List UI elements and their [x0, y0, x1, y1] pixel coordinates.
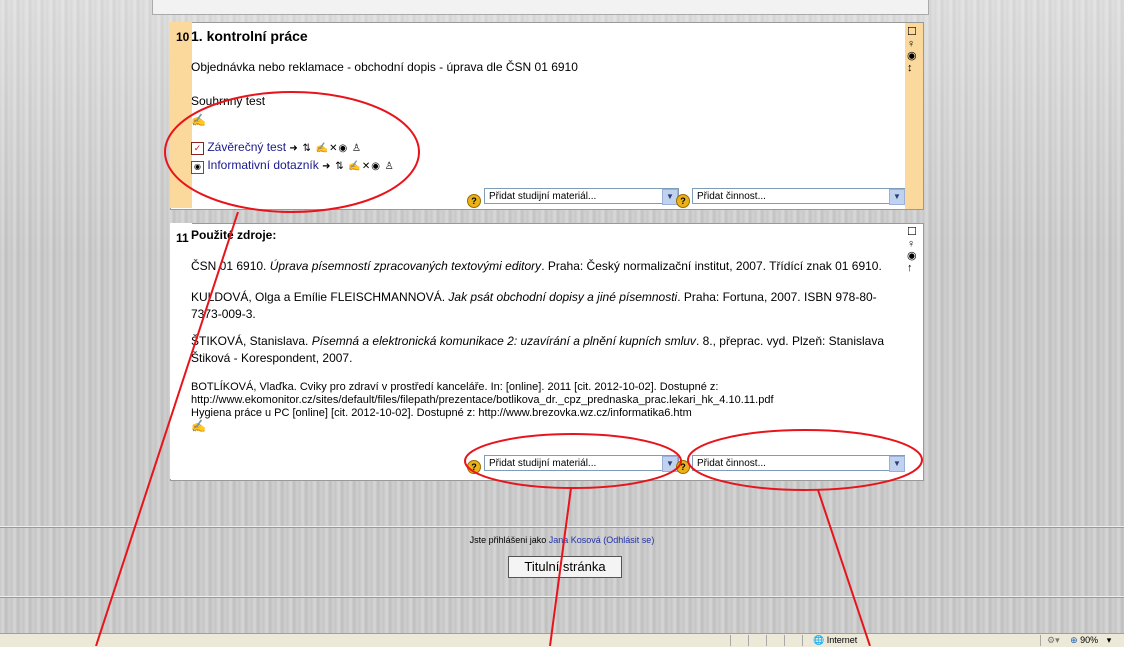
- activity-link-feedback[interactable]: Informativní dotazník: [207, 158, 318, 172]
- help-icon[interactable]: ?: [467, 194, 481, 208]
- ref-publisher: . Praha: Český normalizační institut, 20…: [541, 259, 882, 273]
- reference-stikova: ŠTIKOVÁ, Stanislava. Písemná a elektroni…: [191, 333, 891, 367]
- reference-botlikova: BOTLÍKOVÁ, Vlaďka. Cviky pro zdraví v pr…: [191, 381, 719, 393]
- select-value: Přidat studijní materiál...: [489, 458, 597, 469]
- lightbulb-icon[interactable]: ♀: [907, 39, 915, 50]
- ref-author: KULDOVÁ, Olga a Emílie FLEISCHMANNOVÁ.: [191, 290, 446, 304]
- move-up-icon[interactable]: ↑: [907, 263, 913, 274]
- status-cell: [766, 635, 785, 646]
- status-cell: [730, 635, 749, 646]
- subheading: Souhrnný test: [191, 94, 266, 108]
- help-icon[interactable]: ?: [676, 194, 690, 208]
- reference-csn: ČSN 01 6910. Úprava písemností zpracovan…: [191, 258, 891, 275]
- ref-title: Úprava písemností zpracovaných textovými…: [269, 259, 542, 273]
- section-summary: Objednávka nebo reklamace - obchodní dop…: [191, 60, 578, 74]
- lightbulb-icon[interactable]: ♀: [907, 239, 915, 250]
- select-value: Přidat studijní materiál...: [489, 191, 597, 202]
- chevron-down-icon[interactable]: ▼: [889, 189, 905, 205]
- edit-summary-icon[interactable]: ✍: [191, 113, 206, 127]
- browser-status-bar: 🌐 Internet ⚙▾ ⊕ 90% ▾: [0, 633, 1124, 647]
- help-icon[interactable]: ?: [676, 460, 690, 474]
- reference-botlikova-url: http://www.ekomonitor.cz/sites/default/f…: [191, 394, 774, 406]
- home-button[interactable]: Titulní stránka: [508, 556, 622, 578]
- section-number-column: 10: [170, 22, 192, 208]
- help-icon[interactable]: ?: [467, 460, 481, 474]
- section-title: Použité zdroje:: [191, 228, 277, 242]
- previous-section-edge: [152, 0, 929, 15]
- zoom-cell[interactable]: ⚙▾ ⊕ 90% ▾: [1040, 635, 1124, 646]
- section-number: 11: [176, 231, 189, 245]
- status-cell: [748, 635, 767, 646]
- activity-edit-icons[interactable]: ➜ ⇅ ✍✕◉ ♙: [322, 161, 395, 172]
- activity-quiz: ✓ Závěrečný test ➜ ⇅ ✍✕◉ ♙: [191, 140, 362, 155]
- select-value: Přidat činnost...: [697, 191, 766, 202]
- highlight-icon[interactable]: ☐: [907, 27, 917, 38]
- status-cell: [784, 635, 803, 646]
- section-controls: ☐ ♀ ◉ ↑: [905, 224, 923, 480]
- protected-mode-icon[interactable]: ⚙▾: [1047, 635, 1060, 645]
- quiz-icon: ✓: [191, 142, 204, 155]
- section-11: 11 Použité zdroje: ČSN 01 6910. Úprava p…: [170, 223, 924, 481]
- feedback-icon: ◉: [191, 161, 204, 174]
- user-link[interactable]: Jana Kosová: [549, 535, 601, 545]
- zone-label: Internet: [826, 635, 858, 645]
- section-controls: ☐ ♀ ◉ ↕: [905, 23, 923, 209]
- select-value: Přidat činnost...: [697, 458, 766, 469]
- zone-cell: 🌐 Internet: [802, 635, 943, 646]
- zoom-icon[interactable]: ⊕: [1070, 635, 1078, 645]
- activity-link-quiz[interactable]: Závěrečný test: [207, 140, 286, 154]
- zoom-level[interactable]: 90%: [1080, 635, 1098, 645]
- logout-link[interactable]: (Odhlásit se): [603, 535, 654, 545]
- ref-author: ČSN 01 6910.: [191, 259, 267, 273]
- login-prefix: Jste přihlášeni jako: [469, 535, 547, 545]
- chevron-down-icon[interactable]: ▾: [1107, 635, 1112, 645]
- login-info: Jste přihlášeni jako Jana Kosová (Odhlás…: [0, 535, 1124, 545]
- section-title: 1. kontrolní práce: [191, 28, 308, 44]
- chevron-down-icon[interactable]: ▼: [889, 456, 905, 472]
- globe-icon: 🌐: [813, 635, 825, 645]
- add-resource-select[interactable]: Přidat studijní materiál... ▼: [484, 455, 679, 472]
- footer-divider: [0, 526, 1124, 527]
- section-number: 10: [176, 30, 190, 44]
- eye-icon[interactable]: ◉: [907, 51, 917, 62]
- footer-divider: [0, 596, 1124, 597]
- ref-title: Písemná a elektronická komunikace 2: uza…: [311, 334, 696, 348]
- ref-title: Jak psát obchodní dopisy a jiné písemnos…: [448, 290, 678, 304]
- move-icon[interactable]: ↕: [907, 63, 913, 74]
- add-activity-select[interactable]: Přidat činnost... ▼: [692, 455, 906, 472]
- add-resource-select[interactable]: Přidat studijní materiál... ▼: [484, 188, 679, 205]
- reference-kuldova: KULDOVÁ, Olga a Emílie FLEISCHMANNOVÁ. J…: [191, 289, 891, 323]
- reference-hygiena: Hygiena práce u PC [online] [cit. 2012-1…: [191, 407, 692, 419]
- activity-edit-icons[interactable]: ➜ ⇅ ✍✕◉ ♙: [289, 143, 362, 154]
- annotation-line: [817, 489, 871, 646]
- highlight-icon[interactable]: ☐: [907, 227, 917, 238]
- ref-author: ŠTIKOVÁ, Stanislava.: [191, 334, 309, 348]
- edit-summary-icon[interactable]: ✍: [191, 419, 206, 433]
- eye-icon[interactable]: ◉: [907, 251, 917, 262]
- section-number-column: 11: [170, 223, 192, 479]
- add-activity-select[interactable]: Přidat činnost... ▼: [692, 188, 906, 205]
- section-10: 10 1. kontrolní práce Objednávka nebo re…: [170, 22, 924, 210]
- activity-feedback: ◉ Informativní dotazník ➜ ⇅ ✍✕◉ ♙: [191, 158, 395, 174]
